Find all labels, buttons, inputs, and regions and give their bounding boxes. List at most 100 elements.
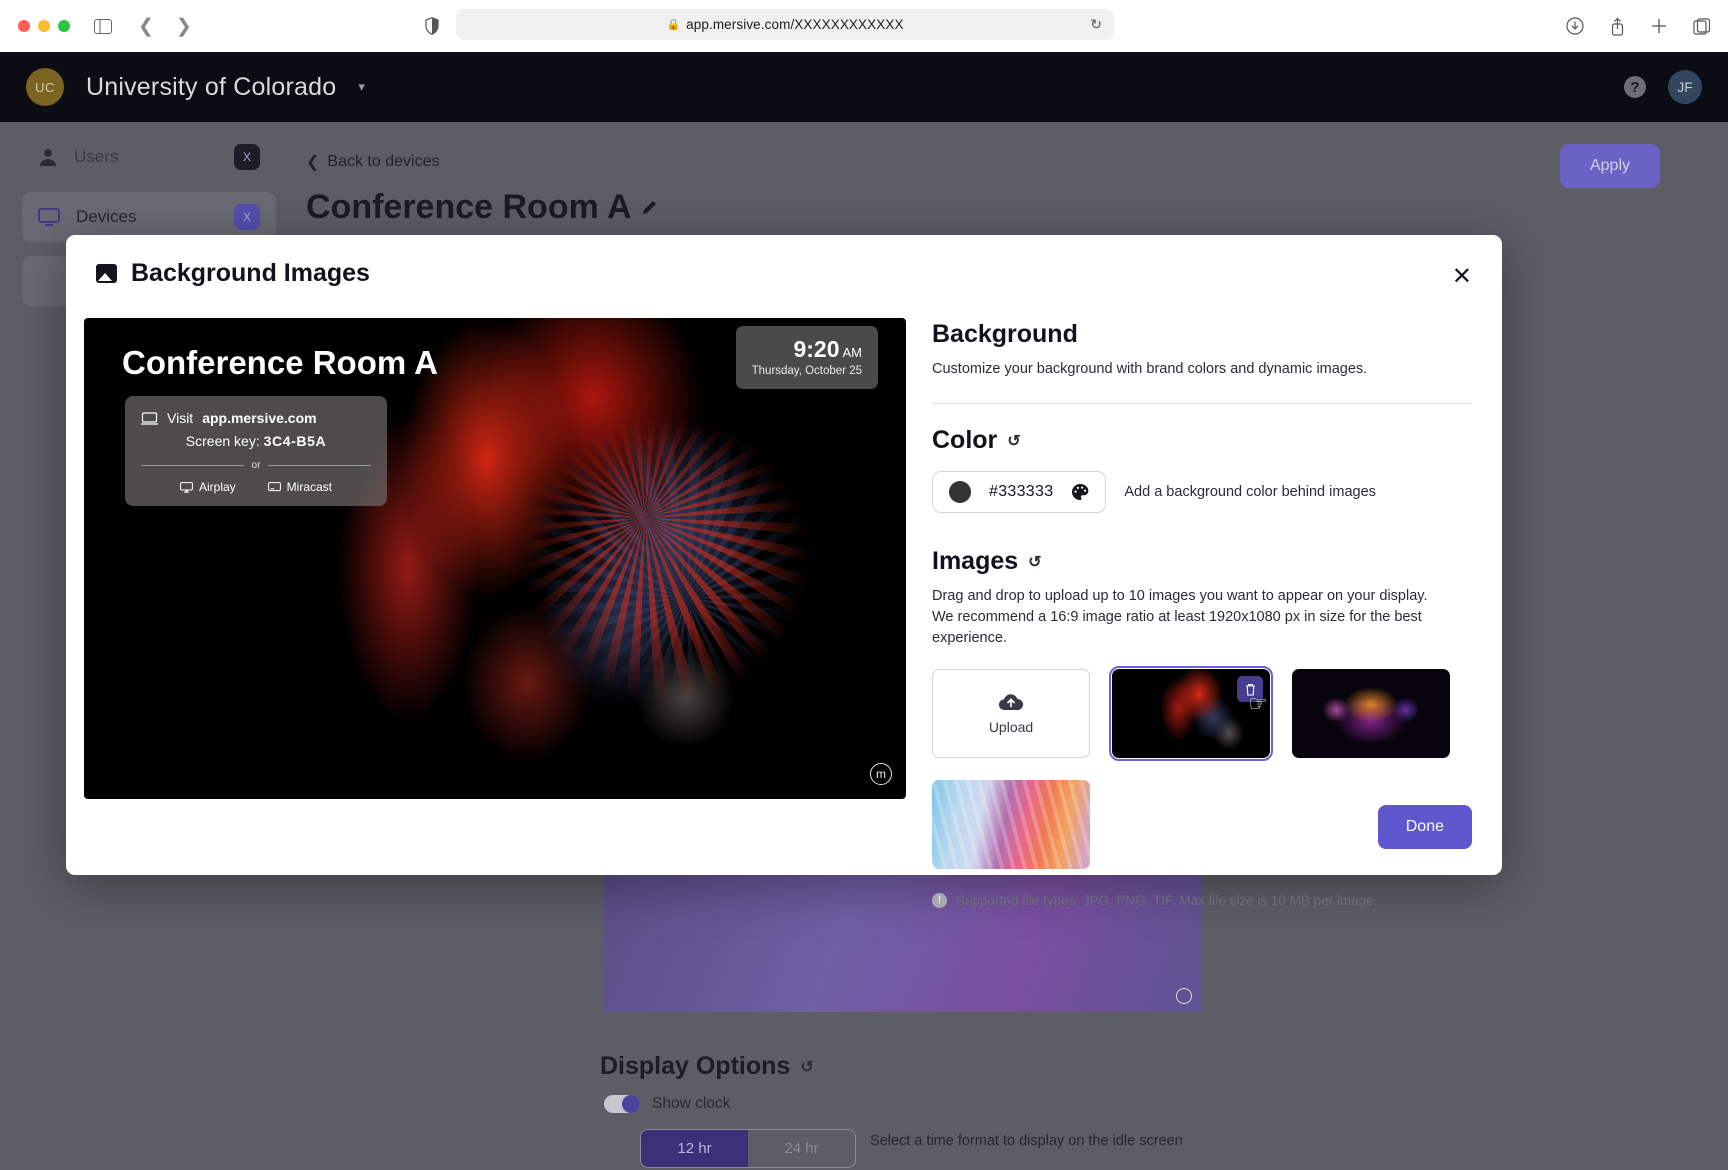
browser-toolbar: ❮ ❯ 🔒 app.mersive.com/XXXXXXXXXXXX ↻ xyxy=(0,0,1728,52)
mersive-logo-icon: m xyxy=(870,763,892,785)
preview-visit-url: app.mersive.com xyxy=(202,410,316,426)
palette-icon[interactable] xyxy=(1071,483,1089,501)
app-header: UC University of Colorado ▾ ? JF xyxy=(0,52,1728,122)
preview-airplay: Airplay xyxy=(180,480,236,494)
time-format-24hr[interactable]: 24 hr xyxy=(748,1130,855,1167)
background-title-text: Background xyxy=(932,320,1078,349)
question-mark-icon[interactable]: ? xyxy=(1624,76,1646,98)
upload-image-button[interactable]: Upload xyxy=(932,669,1090,758)
preview-time-value: 9:20 xyxy=(793,336,839,362)
address-bar[interactable]: 🔒 app.mersive.com/XXXXXXXXXXXX ↻ xyxy=(456,9,1114,40)
info-icon: ! xyxy=(932,893,947,908)
laptop-icon xyxy=(141,412,158,425)
maximize-window-button[interactable] xyxy=(58,20,70,32)
section-divider xyxy=(932,403,1472,404)
download-icon[interactable] xyxy=(1566,17,1584,35)
images-title-text: Images xyxy=(932,547,1018,576)
images-description: Drag and drop to upload up to 10 images … xyxy=(932,586,1452,649)
done-button[interactable]: Done xyxy=(1378,805,1472,849)
tabs-icon[interactable] xyxy=(1693,18,1710,35)
image-thumbnail-betta-fish[interactable]: ☞ xyxy=(1112,669,1270,758)
modal-title: Background Images xyxy=(96,259,370,288)
preview-or-label: or xyxy=(252,460,261,471)
undo-icon[interactable]: ↺ xyxy=(800,1057,813,1077)
browser-nav[interactable]: ❮ ❯ xyxy=(138,15,192,38)
sidebar-item-label: Devices xyxy=(76,207,218,227)
chevron-right-icon[interactable]: ❯ xyxy=(176,15,192,38)
miracast-label: Miracast xyxy=(287,480,332,494)
preview-miracast: Miracast xyxy=(268,480,332,494)
display-options-title: Display Options ↺ xyxy=(600,1052,1183,1081)
plus-icon[interactable] xyxy=(1651,18,1667,34)
preview-screen-key-value: 3C4-B5A xyxy=(264,433,327,449)
close-icon[interactable]: ✕ xyxy=(1452,265,1472,289)
preview-screen-key-row: Screen key: 3C4-B5A xyxy=(141,433,371,449)
sidebar-item-users[interactable]: Users X xyxy=(22,132,276,182)
share-icon[interactable] xyxy=(1610,17,1625,36)
modal-title-text: Background Images xyxy=(131,259,370,288)
lock-icon: 🔒 xyxy=(666,18,680,31)
sidebar-icon[interactable] xyxy=(94,19,112,34)
preview-clock-date: Thursday, October 25 xyxy=(752,365,862,377)
show-clock-label: Show clock xyxy=(652,1095,730,1113)
apply-button[interactable]: Apply xyxy=(1560,144,1660,188)
page-content: ❮ Back to devices Conference Room A Appl… xyxy=(298,122,1728,227)
modal-body: Conference Room A 9:20 AM Thursday, Octob… xyxy=(66,288,1502,908)
minimize-window-button[interactable] xyxy=(38,20,50,32)
image-thumbnail-pastel-petals[interactable] xyxy=(932,780,1090,869)
preview-time-ampm: AM xyxy=(843,345,863,360)
color-row: #333333 Add a background color behind im… xyxy=(932,471,1472,513)
reload-icon[interactable]: ↻ xyxy=(1090,16,1102,33)
display-options-label: Display Options xyxy=(600,1052,790,1081)
preview-visit-row: Visit app.mersive.com xyxy=(141,410,371,426)
header-actions: ? JF xyxy=(1624,70,1702,104)
sidebar-item-label: Users xyxy=(74,147,218,167)
shield-icon[interactable] xyxy=(425,17,439,35)
preview-room-name: Conference Room A xyxy=(122,344,438,382)
chevron-left-icon[interactable]: ❮ xyxy=(138,15,154,38)
time-format-row: 12 hr 24 hr Select a time format to disp… xyxy=(600,1113,1183,1168)
undo-icon[interactable]: ↺ xyxy=(1028,552,1041,572)
image-icon xyxy=(96,264,117,283)
close-window-button[interactable] xyxy=(18,20,30,32)
display-options-section: Display Options ↺ Show clock 12 hr 24 hr… xyxy=(600,1052,1183,1168)
image-thumbnail-glowing-flower[interactable] xyxy=(1292,669,1450,758)
show-clock-toggle[interactable] xyxy=(604,1095,640,1113)
sidebar-badge-devices: X xyxy=(234,204,260,230)
avatar[interactable]: JF xyxy=(1668,70,1702,104)
undo-icon[interactable]: ↺ xyxy=(1007,431,1020,451)
color-section-title: Color ↺ xyxy=(932,426,1472,455)
time-format-12hr[interactable]: 12 hr xyxy=(641,1130,748,1167)
time-format-segmented-control[interactable]: 12 hr 24 hr xyxy=(640,1129,856,1168)
modal-header: Background Images ✕ xyxy=(66,235,1502,288)
mouse-cursor: ☞ xyxy=(1248,691,1268,717)
preview-clock-time: 9:20 AM xyxy=(752,336,862,363)
color-title-text: Color xyxy=(932,426,997,455)
color-input-field[interactable]: #333333 xyxy=(932,471,1106,513)
upload-label: Upload xyxy=(989,719,1033,735)
images-section: Images ↺ Drag and drop to upload up to 1… xyxy=(932,547,1472,908)
pencil-icon[interactable] xyxy=(640,199,658,217)
app-root: ❮ ❯ 🔒 app.mersive.com/XXXXXXXXXXXX ↻ xyxy=(0,0,1728,1170)
images-section-title: Images ↺ xyxy=(932,547,1472,576)
color-hint: Add a background color behind images xyxy=(1124,484,1376,500)
chevron-down-icon[interactable]: ▾ xyxy=(358,79,365,95)
background-subtitle: Customize your background with brand col… xyxy=(932,359,1452,380)
display-preview: Conference Room A 9:20 AM Thursday, Octob… xyxy=(84,318,906,799)
preview-connect-card: Visit app.mersive.com Screen key: 3C4-B5… xyxy=(125,396,387,506)
airplay-label: Airplay xyxy=(199,480,236,494)
preview-clock: 9:20 AM Thursday, October 25 xyxy=(736,326,878,389)
color-hex-value: #333333 xyxy=(989,483,1053,501)
back-to-devices-link[interactable]: ❮ Back to devices xyxy=(306,152,1728,172)
toggle-knob xyxy=(622,1095,640,1113)
background-images-modal: Background Images ✕ Conference Room A 9:… xyxy=(66,235,1502,875)
miracast-icon xyxy=(268,482,281,493)
betta-fish-fins xyxy=(456,358,876,758)
browser-actions xyxy=(1566,17,1710,36)
supported-file-types-note: ! Supported file types: JPG, PNG, TIF. M… xyxy=(932,893,1472,908)
page-title-text: Conference Room A xyxy=(306,188,632,227)
preview-cast-options: Airplay Miracast xyxy=(141,480,371,494)
window-traffic-lights[interactable] xyxy=(18,20,70,32)
chevron-left-icon: ❮ xyxy=(306,152,319,172)
preview-or-divider: or xyxy=(141,460,371,471)
